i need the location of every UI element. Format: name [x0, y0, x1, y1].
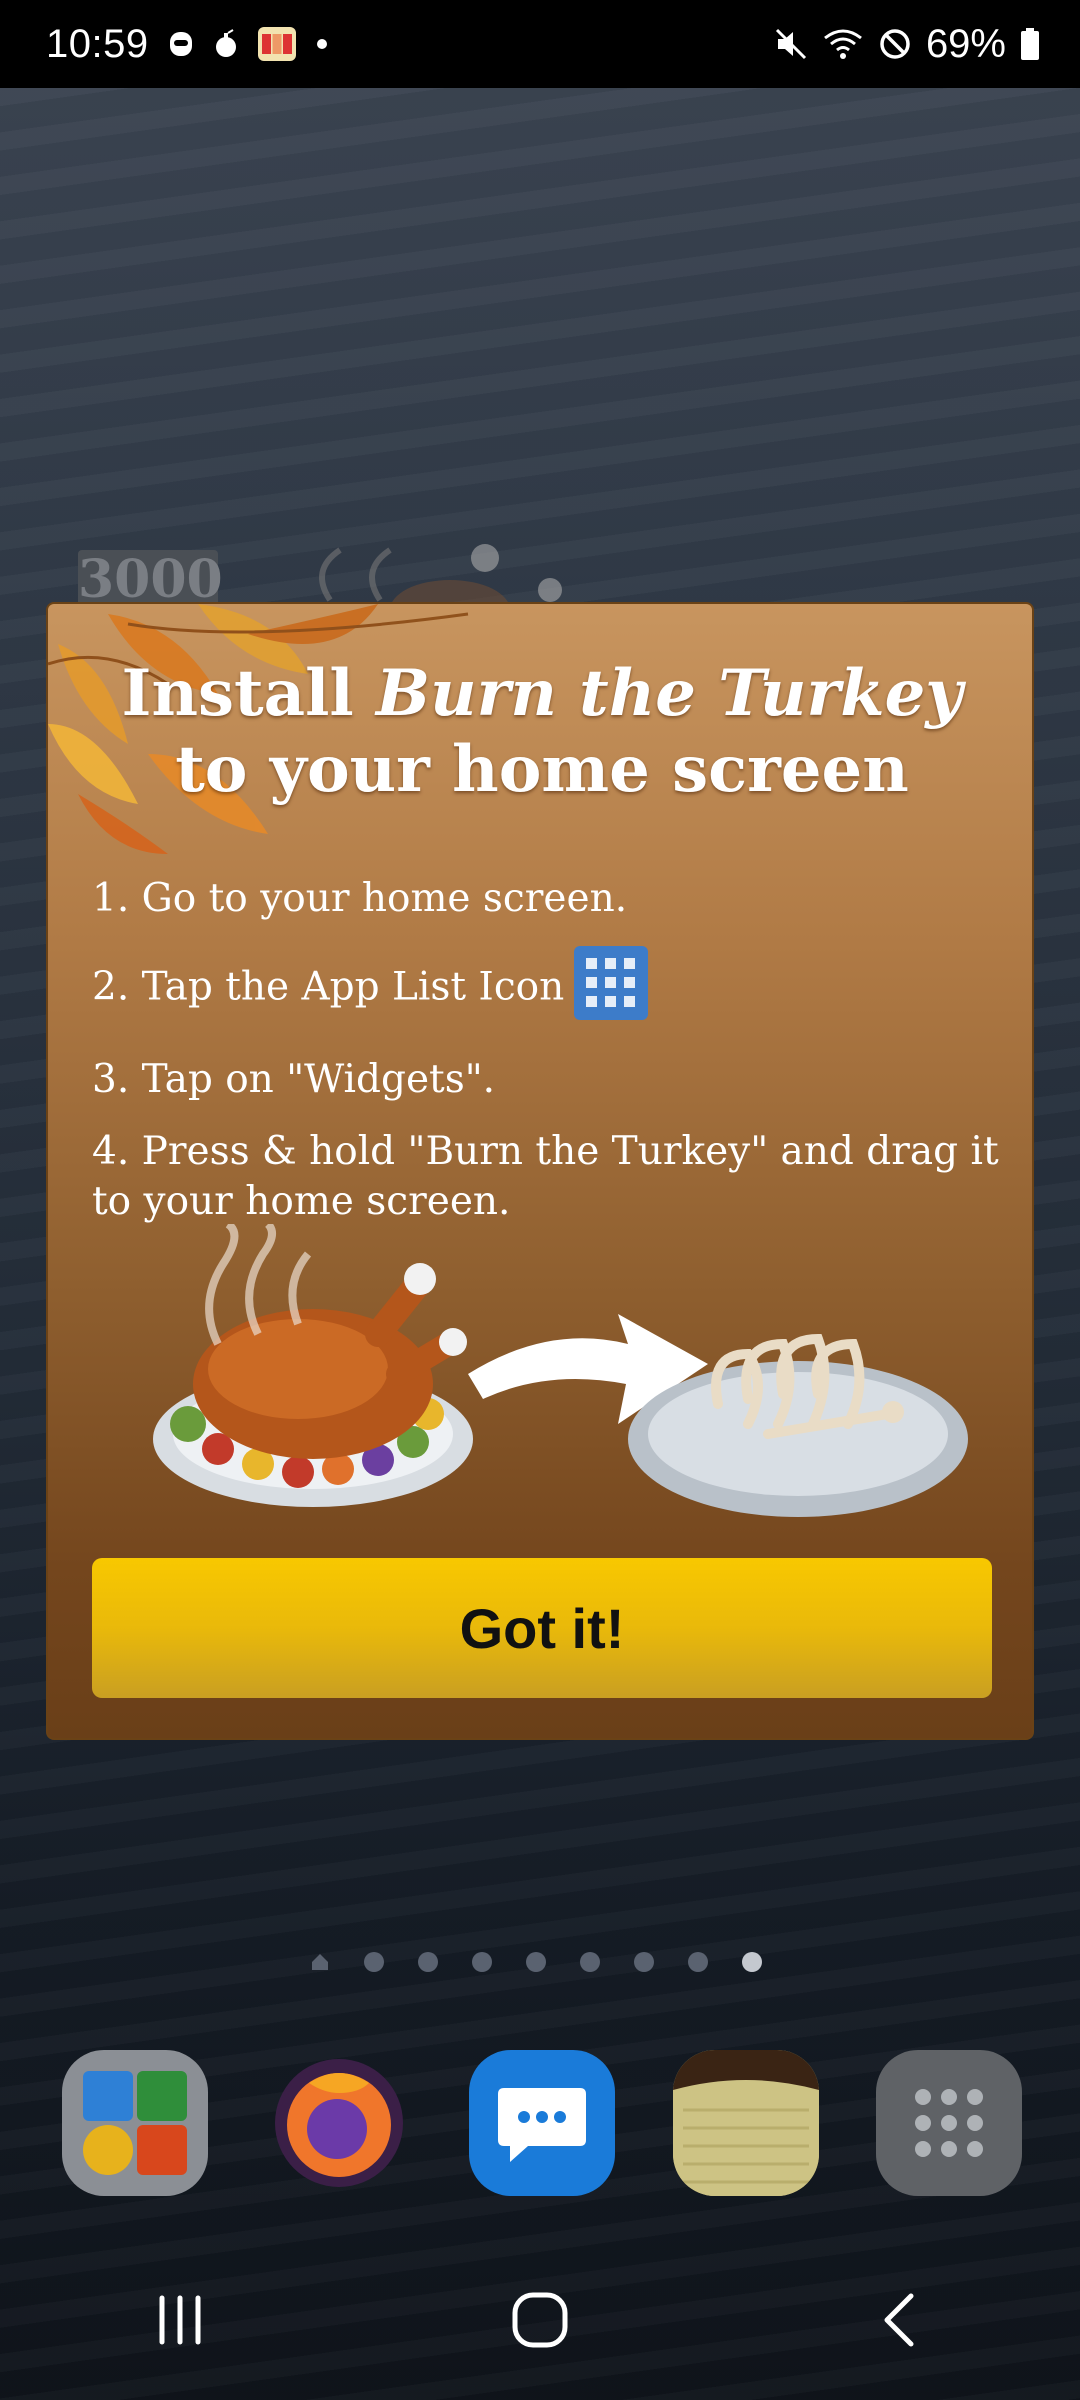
- dialog-title: Install Burn the Turkey to your home scr…: [78, 656, 1006, 808]
- status-bar: 10:59 69%: [0, 0, 1080, 88]
- page-dot[interactable]: [472, 1952, 492, 1972]
- page-dot[interactable]: [580, 1952, 600, 1972]
- turkey-to-bones-illustration: [153, 1224, 968, 1517]
- recents-icon: [159, 2295, 201, 2345]
- firefox-icon[interactable]: [266, 2050, 412, 2196]
- title-prefix: Install: [121, 656, 376, 731]
- page-dot[interactable]: [364, 1952, 384, 1972]
- page-dot[interactable]: [526, 1952, 546, 1972]
- install-widget-dialog: Install Burn the Turkey to your home scr…: [46, 602, 1034, 1740]
- step-3: 3. Tap on "Widgets".: [92, 1057, 496, 1102]
- folder-app-icon[interactable]: [62, 2050, 208, 2196]
- instruction-steps: 1. Go to your home screen. 2. Tap the Ap…: [92, 874, 1002, 1249]
- battery-percentage: 69%: [925, 21, 1006, 66]
- battery-icon: [1020, 27, 1040, 61]
- messages-icon[interactable]: [469, 2050, 615, 2196]
- mute-icon: [774, 27, 808, 61]
- page-dot-active[interactable]: [742, 1952, 762, 1972]
- page-dot[interactable]: [418, 1952, 438, 1972]
- home-button[interactable]: [480, 2260, 600, 2380]
- step-2: 2. Tap the App List Icon: [92, 946, 1002, 1033]
- back-button[interactable]: [840, 2260, 960, 2380]
- notes-icon[interactable]: [672, 2050, 819, 2196]
- page-dot[interactable]: [634, 1952, 654, 1972]
- wifi-icon: [822, 27, 864, 61]
- title-app-name: Burn the Turkey: [375, 656, 963, 731]
- face-icon: [167, 29, 195, 59]
- page-dot[interactable]: [688, 1952, 708, 1972]
- home-icon: [512, 2292, 568, 2348]
- got-it-button[interactable]: Got it!: [92, 1558, 992, 1698]
- slots-app-icon: [257, 26, 297, 62]
- page-indicator[interactable]: [310, 1952, 762, 1972]
- step-4: 4. Press & hold "Burn the Turkey" and dr…: [92, 1129, 999, 1224]
- recents-button[interactable]: [120, 2260, 240, 2380]
- do-not-disturb-icon: [878, 27, 912, 61]
- app-dock: [62, 2050, 1022, 2196]
- navigation-bar: [0, 2240, 1080, 2400]
- bomb-icon: [213, 29, 239, 59]
- score-widget: 3000: [78, 549, 223, 610]
- back-icon: [884, 2293, 914, 2347]
- app-drawer-icon[interactable]: [876, 2050, 1022, 2196]
- step-1: 1. Go to your home screen.: [92, 876, 628, 921]
- dot-icon: [315, 37, 329, 51]
- home-page-indicator-icon[interactable]: [310, 1952, 330, 1972]
- step-2-text: 2. Tap the App List Icon: [92, 964, 565, 1010]
- app-list-icon: [574, 946, 649, 1033]
- status-time: 10:59: [46, 21, 149, 66]
- title-suffix: to your home screen: [175, 732, 909, 807]
